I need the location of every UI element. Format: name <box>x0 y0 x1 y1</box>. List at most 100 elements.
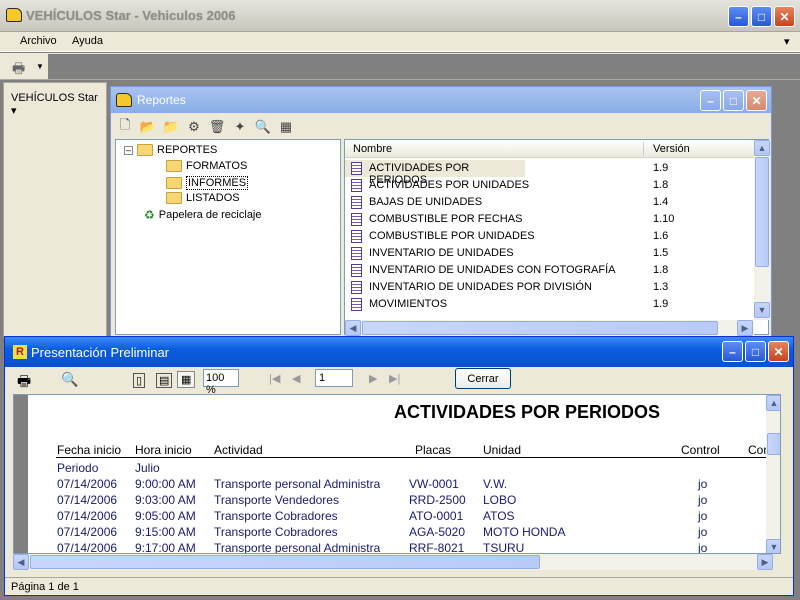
delete-icon[interactable]: 🗑 <box>207 117 227 137</box>
menu-ayuda[interactable]: Ayuda <box>72 35 103 47</box>
scroll-up-icon[interactable]: ▲ <box>754 140 770 156</box>
report-cell-hora: 9:15:00 AM <box>135 525 196 539</box>
list-vscrollbar[interactable]: ▲ ▼ <box>754 140 770 320</box>
close-icon[interactable]: ✕ <box>768 341 789 362</box>
list-item[interactable]: INVENTARIO DE UNIDADES 1.5 <box>345 245 755 262</box>
maximize-icon[interactable]: □ <box>751 6 772 27</box>
list-item[interactable]: ACTIVIDADES POR PERIODOS 1.9 <box>345 160 668 186</box>
minimize-icon[interactable]: – <box>700 90 721 111</box>
scroll-left-icon[interactable]: ◀ <box>345 320 361 336</box>
page-number-input[interactable]: 1 <box>315 369 353 387</box>
minimize-icon[interactable]: – <box>722 341 743 362</box>
preview-icon[interactable]: 🔍 <box>253 117 273 137</box>
report-tree: – REPORTES FORMATOS INFORMES LISTADOS ♻ … <box>115 139 341 335</box>
scroll-down-icon[interactable]: ▼ <box>754 302 770 318</box>
new-document-icon[interactable]: 🗋 <box>115 117 135 137</box>
report-cell-unidad: ATOS <box>483 509 515 523</box>
chevron-down-icon[interactable]: ▼ <box>36 62 44 71</box>
report-cell-hora: 9:17:00 AM <box>135 541 196 554</box>
scroll-right-icon[interactable]: ▶ <box>737 320 753 336</box>
scroll-right-icon[interactable]: ▶ <box>757 554 773 570</box>
report-version: 1.6 <box>653 230 669 242</box>
app-titlebar[interactable]: VEHÍCULOS Star - Vehiculos 2006 – □ ✕ <box>0 0 800 32</box>
next-page-icon[interactable]: ▶ <box>369 372 377 385</box>
report-version: 1.3 <box>653 281 669 293</box>
folder-up-icon[interactable]: 📁 <box>161 117 181 137</box>
tree-node-reportes[interactable]: – REPORTES <box>124 144 217 156</box>
report-cell-placas: AGA-5020 <box>409 525 466 539</box>
list-hscrollbar[interactable]: ◀ ▶ <box>345 320 754 336</box>
zoom-field[interactable]: 100 % <box>203 369 239 396</box>
folder-icon <box>166 177 182 189</box>
tree-node-informes[interactable]: INFORMES <box>166 176 249 190</box>
report-cell-fecha: 07/14/2006 <box>57 525 118 539</box>
report-cell-control: jo <box>698 525 708 539</box>
page-width-icon[interactable]: ▤ <box>156 373 173 388</box>
list-header: Nombre Versión <box>345 140 755 158</box>
side-panel: VEHÍCULOS Star ▾ <box>3 82 107 337</box>
scroll-down-icon[interactable]: ▼ <box>766 539 780 553</box>
maximize-icon[interactable]: □ <box>723 90 744 111</box>
zoom-icon[interactable]: 🔍 <box>61 371 78 388</box>
printer-icon[interactable]: 🖶 <box>12 58 25 82</box>
report-cell-hora: 9:00:00 AM <box>135 477 196 491</box>
chevron-down-icon[interactable]: ▾ <box>784 35 790 48</box>
tree-node-formatos[interactable]: FORMATOS <box>166 160 247 172</box>
scroll-thumb[interactable] <box>755 157 769 267</box>
first-page-icon[interactable]: |◀ <box>269 372 280 385</box>
list-item[interactable]: COMBUSTIBLE POR UNIDADES 1.6 <box>345 228 755 245</box>
report-title: ACTIVIDADES POR PERIODOS <box>394 402 661 422</box>
report-cell-actividad: Transporte Cobradores <box>214 525 338 539</box>
list-item[interactable]: INVENTARIO DE UNIDADES POR DIVISIÓN 1.3 <box>345 279 755 296</box>
one-page-icon[interactable]: ▯ <box>133 373 146 388</box>
list-item[interactable]: COMBUSTIBLE POR FECHAS 1.10 <box>345 211 755 228</box>
status-bar: Página 1 de 1 <box>5 577 793 595</box>
reportes-titlebar[interactable]: Reportes – □ ✕ <box>111 87 771 113</box>
column-header-nombre[interactable]: Nombre <box>353 143 392 155</box>
col-unidad: Unidad <box>483 443 522 457</box>
column-header-version[interactable]: Versión <box>653 143 690 155</box>
report-cell-placas: RRF-8021 <box>409 541 465 554</box>
printer-icon[interactable]: 🖶 <box>17 371 31 396</box>
report-name: BAJAS DE UNIDADES <box>369 196 483 208</box>
side-panel-label[interactable]: VEHÍCULOS Star ▾ <box>11 92 106 117</box>
preview-vscrollbar[interactable]: ▲ ▼ <box>766 395 780 553</box>
list-item[interactable]: MOVIMIENTOS 1.9 <box>345 296 755 313</box>
collapse-icon[interactable]: – <box>124 145 133 155</box>
scroll-left-icon[interactable]: ◀ <box>13 554 29 570</box>
reportes-title: Reportes <box>137 93 186 107</box>
preview-hscrollbar[interactable]: ◀ ▶ <box>13 554 773 570</box>
report-list: Nombre Versión ACTIVIDADES POR PERIODOS 1… <box>344 139 770 336</box>
properties-icon[interactable]: ⚙ <box>184 117 204 137</box>
scroll-thumb[interactable] <box>767 433 780 455</box>
preview-window: R Presentación Preliminar – □ ✕ 🖶 🔍 ▯ ▤ … <box>4 336 794 596</box>
full-page-icon[interactable]: ▦ <box>177 371 196 388</box>
last-page-icon[interactable]: ▶| <box>389 372 400 385</box>
scroll-thumb[interactable] <box>30 555 540 569</box>
preview-titlebar[interactable]: R Presentación Preliminar – □ ✕ <box>5 337 793 367</box>
close-icon[interactable]: ✕ <box>774 6 795 27</box>
scroll-thumb[interactable] <box>362 321 718 335</box>
tree-node-listados[interactable]: LISTADOS <box>166 192 240 204</box>
app-window-controls: – □ ✕ <box>728 6 795 27</box>
report-cell-unidad: V.W. <box>483 477 508 491</box>
close-icon[interactable]: ✕ <box>746 90 767 111</box>
report-cell-unidad: TSURU <box>483 541 525 554</box>
design-icon[interactable]: ▦ <box>276 117 296 137</box>
prev-page-icon[interactable]: ◀ <box>292 372 300 385</box>
cerrar-button[interactable]: Cerrar <box>455 368 511 389</box>
report-document-icon <box>351 298 362 311</box>
tree-node-recycle[interactable]: ♻ Papelera de reciclaje <box>144 208 262 222</box>
report-icon: R <box>13 345 27 359</box>
report-name: INVENTARIO DE UNIDADES <box>369 247 514 259</box>
open-folder-icon[interactable]: 📂 <box>138 117 158 137</box>
list-item[interactable]: BAJAS DE UNIDADES 1.4 <box>345 194 755 211</box>
menu-archivo[interactable]: Archivo <box>20 35 57 47</box>
maximize-icon[interactable]: □ <box>745 341 766 362</box>
scroll-up-icon[interactable]: ▲ <box>766 395 780 411</box>
report-preview-area: ACTIVIDADES POR PERIODOS Fecha inicio Ho… <box>13 394 781 554</box>
list-item[interactable]: ACTIVIDADES POR UNIDADES 1.8 <box>345 177 755 194</box>
new-folder-icon[interactable]: ✦ <box>230 117 250 137</box>
minimize-icon[interactable]: – <box>728 6 749 27</box>
list-item[interactable]: INVENTARIO DE UNIDADES CON FOTOGRAFÍA 1.8 <box>345 262 755 279</box>
